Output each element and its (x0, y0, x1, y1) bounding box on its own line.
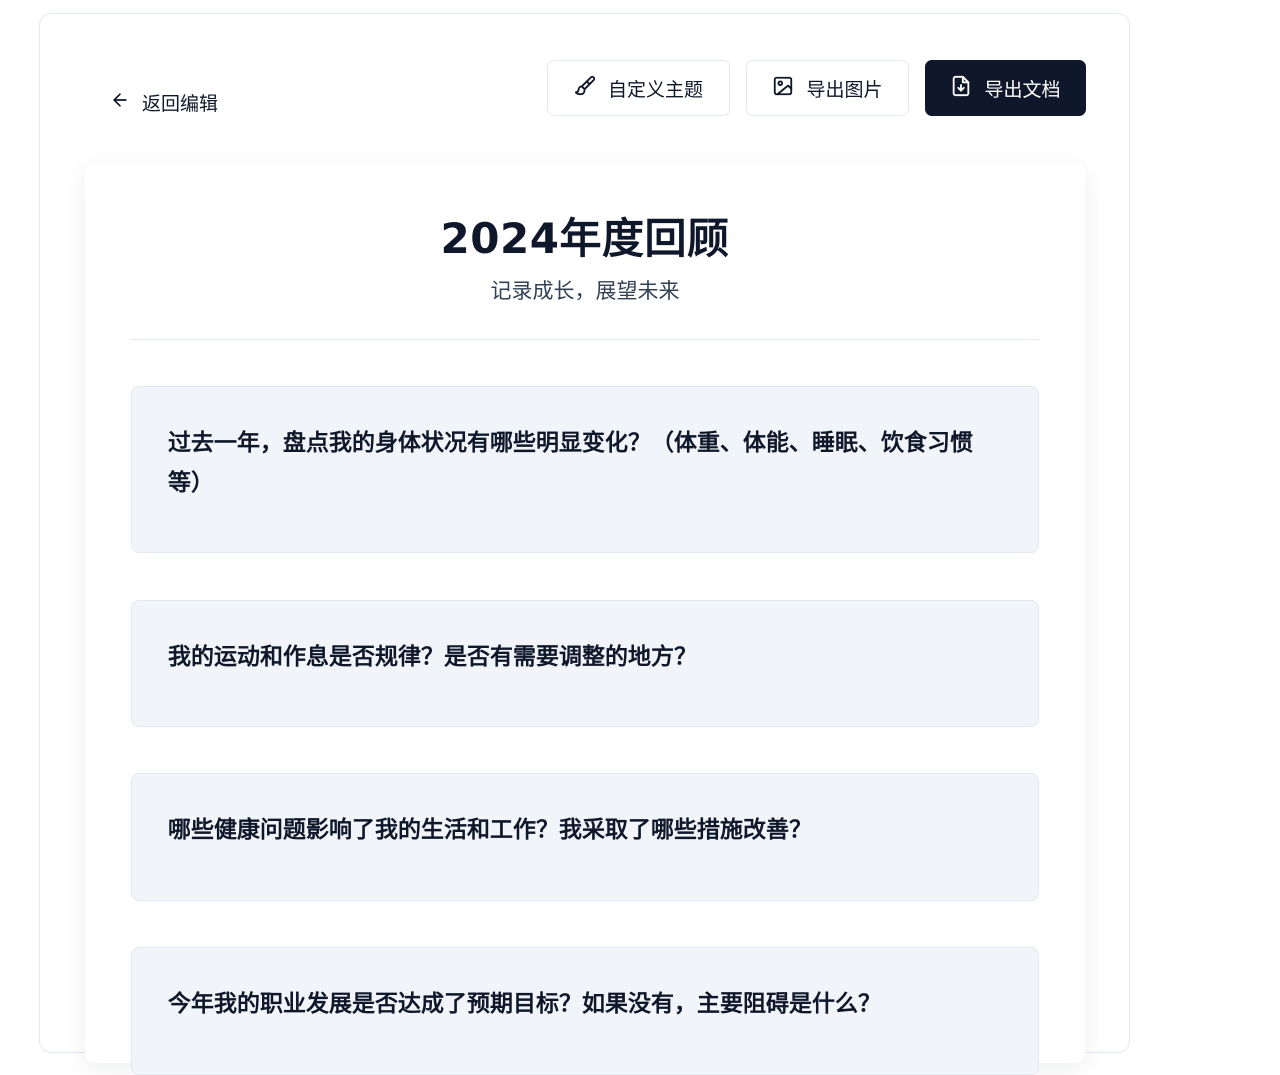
export-image-label: 导出图片 (806, 78, 883, 101)
question-card: 我的运动和作息是否规律？是否有需要调整的地方？ (131, 600, 1039, 727)
question-text: 今年我的职业发展是否达成了预期目标？如果没有，主要阻碍是什么？ (168, 991, 881, 1017)
preview-toolbar: 返回编辑 自定义主题 导出图片 导出文档 (40, 14, 1131, 164)
document-subtitle: 记录成长，展望未来 (490, 279, 680, 303)
question-text: 过去一年，盘点我的身体状况有哪些明显变化？（体重、体能、睡眠、饮食习惯等） (168, 430, 973, 496)
paintbrush-icon (574, 75, 596, 102)
question-card: 哪些健康问题影响了我的生活和工作？我采取了哪些措施改善？ (131, 773, 1039, 901)
back-to-edit-button[interactable]: 返回编辑 (110, 74, 218, 130)
question-card: 今年我的职业发展是否达成了预期目标？如果没有，主要阻碍是什么？ (131, 947, 1039, 1075)
custom-theme-button[interactable]: 自定义主题 (547, 60, 730, 116)
file-download-icon (950, 75, 972, 102)
arrow-left-icon (110, 90, 130, 115)
question-text: 哪些健康问题影响了我的生活和工作？我采取了哪些措施改善？ (168, 817, 812, 843)
export-image-button[interactable]: 导出图片 (746, 60, 909, 116)
image-icon (772, 75, 794, 102)
question-card: 过去一年，盘点我的身体状况有哪些明显变化？（体重、体能、睡眠、饮食习惯等） (131, 386, 1039, 553)
title-divider (131, 339, 1039, 340)
custom-theme-label: 自定义主题 (607, 78, 703, 101)
back-to-edit-label: 返回编辑 (142, 92, 219, 115)
document-title: 2024年度回顾 (440, 214, 730, 263)
question-text: 我的运动和作息是否规律？是否有需要调整的地方？ (168, 644, 697, 670)
document-preview: 2024年度回顾 记录成长，展望未来 过去一年，盘点我的身体状况有哪些明显变化？… (85, 163, 1085, 1075)
export-doc-label: 导出文档 (984, 78, 1061, 101)
export-doc-button[interactable]: 导出文档 (925, 60, 1086, 116)
